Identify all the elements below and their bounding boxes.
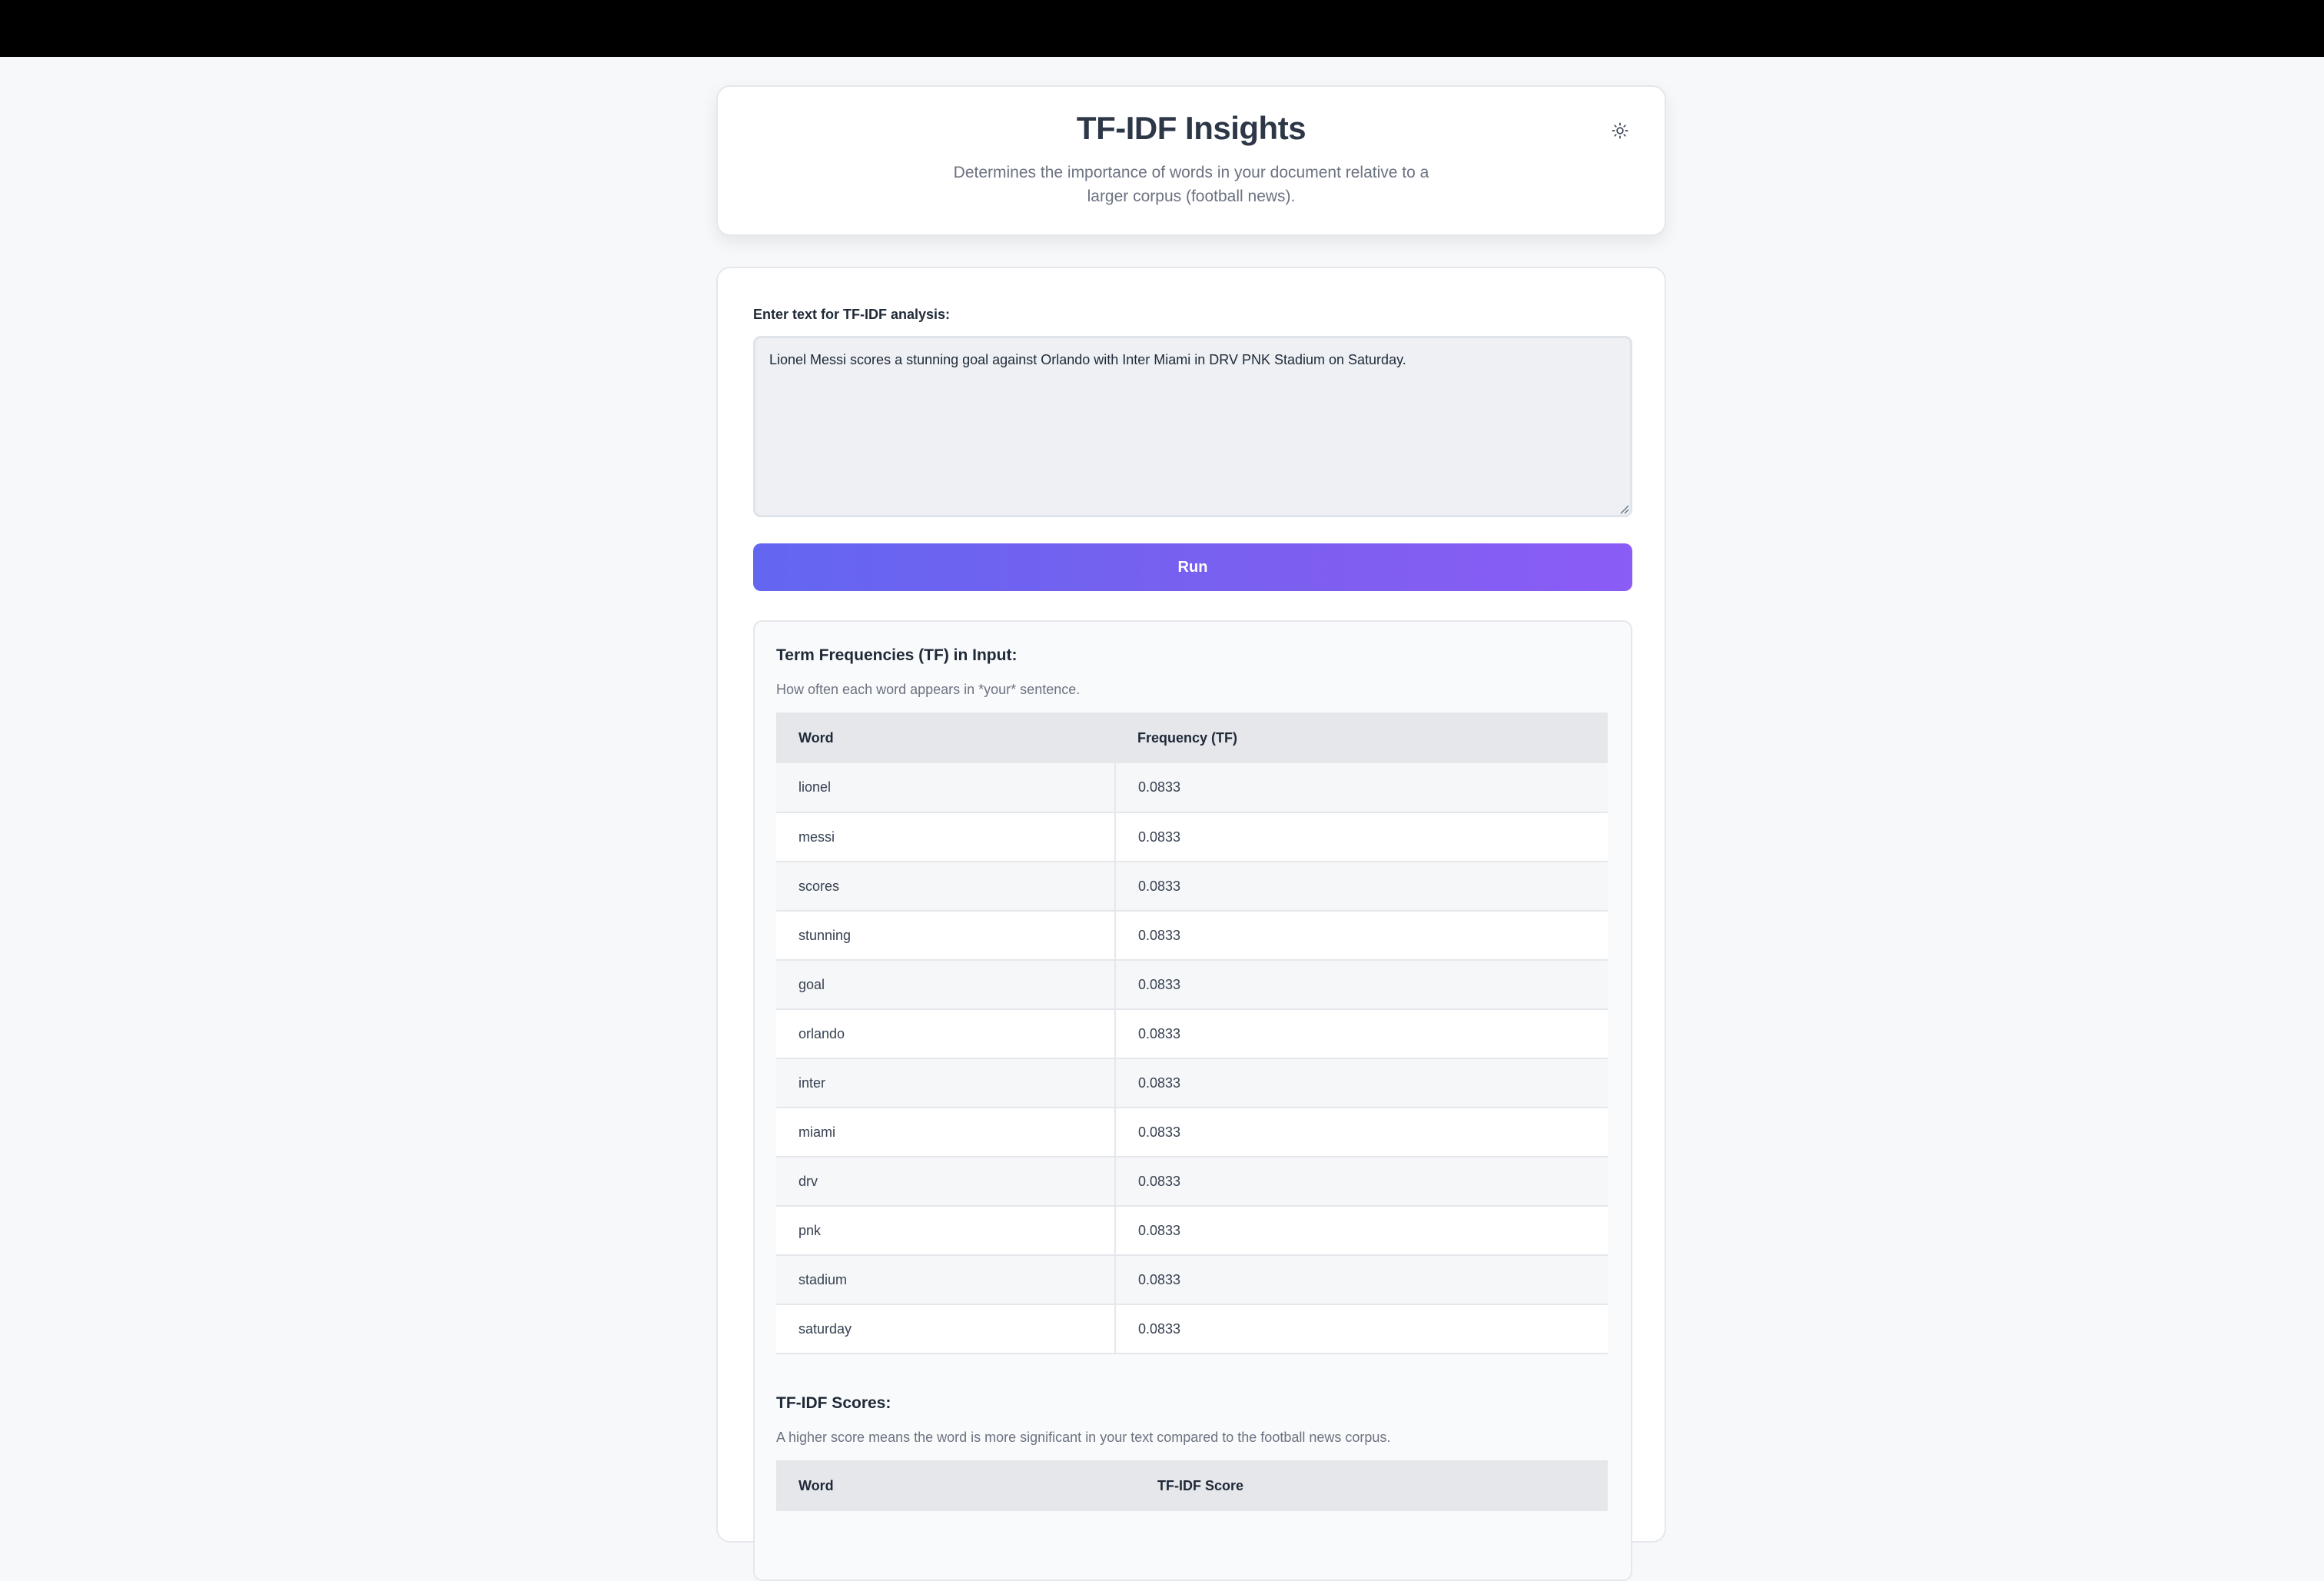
word-cell: messi [776, 812, 1116, 862]
column-header-tfidf-score: TF-IDF Score [1135, 1460, 1608, 1511]
tf-table-body: lionel 0.0833 messi 0.0833 scores 0.0833 stunn… [776, 763, 1608, 1354]
table-row: stunning 0.0833 [776, 911, 1608, 961]
frequency-cell: 0.0833 [1115, 862, 1608, 912]
word-cell: lionel [776, 763, 1116, 813]
resize-handle-icon[interactable] [1618, 503, 1629, 514]
column-header-word: Word [776, 1460, 1135, 1511]
frequency-cell: 0.0833 [1115, 960, 1608, 1010]
word-cell: pnk [776, 1206, 1116, 1256]
table-row: pnk 0.0833 [776, 1206, 1608, 1256]
tfidf-section-description: A higher score means the word is more si… [776, 1430, 1391, 1445]
table-row: stadium 0.0833 [776, 1255, 1608, 1305]
frequency-cell: 0.0833 [1115, 812, 1608, 862]
top-bar [0, 0, 2324, 57]
run-button[interactable]: Run [753, 543, 1632, 591]
frequency-cell: 0.0833 [1115, 763, 1608, 813]
word-cell: orlando [776, 1009, 1116, 1059]
header-card: TF-IDF Insights Determines the importanc… [716, 85, 1666, 236]
frequency-cell: 0.0833 [1115, 1304, 1608, 1354]
table-row: messi 0.0833 [776, 812, 1608, 862]
table-row: scores 0.0833 [776, 862, 1608, 912]
table-row: lionel 0.0833 [776, 763, 1608, 813]
table-header-row: Word Frequency (TF) [776, 712, 1608, 763]
tf-section-description: How often each word appears in *your* se… [776, 682, 1081, 697]
page-title: TF-IDF Insights [1076, 110, 1306, 146]
table-header-row: Word TF-IDF Score [776, 1460, 1608, 1511]
word-cell: miami [776, 1108, 1116, 1158]
results-panel: Term Frequencies (TF) in Input: How ofte… [753, 620, 1632, 1581]
frequency-cell: 0.0833 [1115, 911, 1608, 961]
table-row: goal 0.0833 [776, 960, 1608, 1010]
table-row: drv 0.0833 [776, 1157, 1608, 1207]
frequency-cell: 0.0833 [1115, 1157, 1608, 1207]
frequency-cell: 0.0833 [1115, 1206, 1608, 1256]
word-cell: drv [776, 1157, 1116, 1207]
analysis-card: Enter text for TF-IDF analysis: Lionel M… [716, 267, 1666, 1581]
tf-table: Word Frequency (TF) lionel 0.0833 messi 0.0… [776, 712, 1608, 1354]
column-header-word: Word [776, 712, 1115, 763]
frequency-cell: 0.0833 [1115, 1108, 1608, 1158]
theme-toggle-button[interactable] [1607, 118, 1633, 144]
tfidf-table: Word TF-IDF Score [776, 1460, 1608, 1511]
word-cell: stadium [776, 1255, 1116, 1305]
text-input-label: Enter text for TF-IDF analysis: [753, 307, 951, 322]
tfidf-section-title: TF-IDF Scores: [776, 1394, 891, 1412]
word-cell: scores [776, 862, 1116, 912]
table-row: orlando 0.0833 [776, 1009, 1608, 1059]
word-cell: goal [776, 960, 1116, 1010]
table-row: miami 0.0833 [776, 1108, 1608, 1158]
table-row: inter 0.0833 [776, 1058, 1608, 1108]
word-cell: stunning [776, 911, 1116, 961]
sun-icon [1612, 122, 1628, 139]
page-subtitle: Determines the importance of words in yo… [953, 164, 1429, 205]
frequency-cell: 0.0833 [1115, 1058, 1608, 1108]
frequency-cell: 0.0833 [1115, 1009, 1608, 1059]
text-input[interactable]: Lionel Messi scores a stunning goal agai… [753, 336, 1632, 517]
frequency-cell: 0.0833 [1115, 1255, 1608, 1305]
word-cell: saturday [776, 1304, 1116, 1354]
word-cell: inter [776, 1058, 1116, 1108]
table-row: saturday 0.0833 [776, 1304, 1608, 1354]
column-header-frequency: Frequency (TF) [1115, 712, 1608, 763]
tf-section-title: Term Frequencies (TF) in Input: [776, 646, 1018, 664]
